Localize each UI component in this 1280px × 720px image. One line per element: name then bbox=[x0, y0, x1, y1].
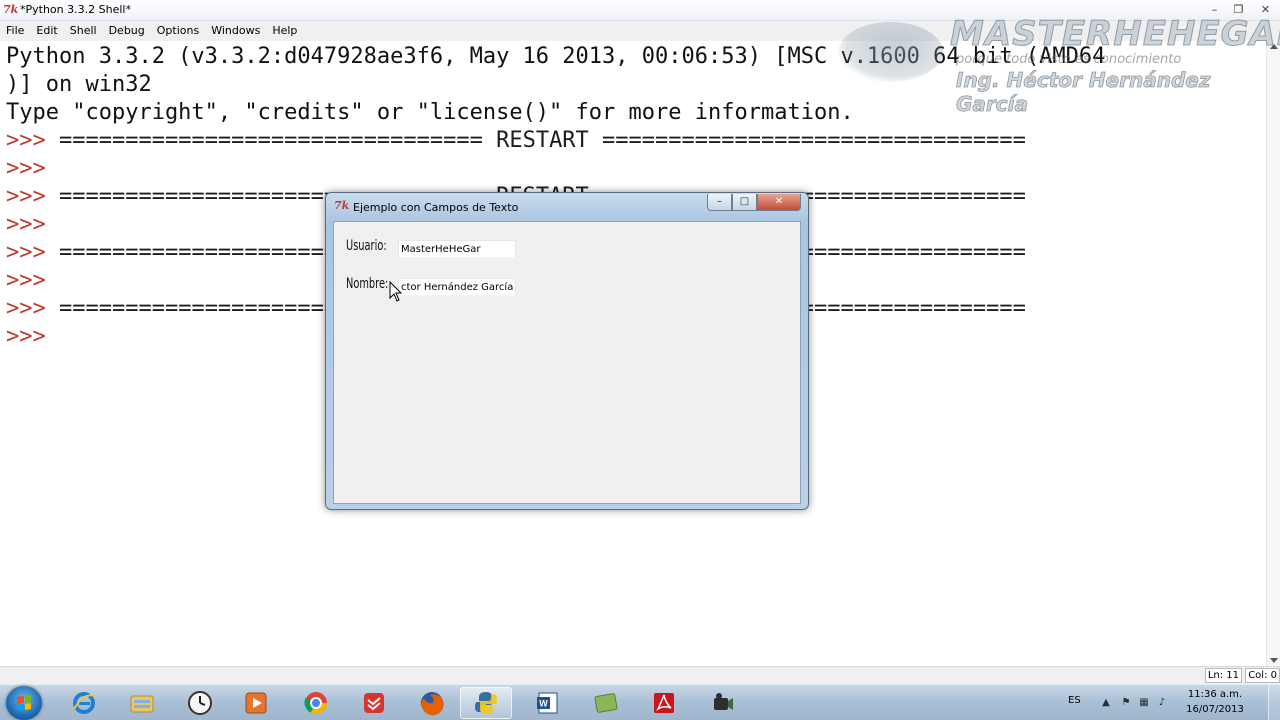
shell-line: >>> bbox=[6, 267, 46, 295]
menu-file[interactable]: File bbox=[0, 21, 30, 41]
show-desktop-button[interactable] bbox=[1268, 685, 1280, 720]
taskbar: W ES ▲ ⚑ ▦ ♪ 11:36 a.m. 16/07/2013 bbox=[0, 684, 1280, 720]
start-button[interactable] bbox=[6, 686, 42, 720]
camera-recorder-icon bbox=[714, 693, 733, 710]
tk-logo-icon: 7k bbox=[334, 199, 350, 212]
usuario-label: Usuario: bbox=[346, 238, 387, 254]
python-icon bbox=[475, 692, 497, 714]
clock-time[interactable]: 11:36 a.m. bbox=[1180, 689, 1250, 700]
todoist-icon bbox=[364, 693, 384, 713]
prompt: >>> bbox=[6, 240, 46, 265]
prompt: >>> bbox=[6, 268, 46, 293]
banner-line-3: Type "copyright", "credits" or "license(… bbox=[6, 99, 854, 127]
taskbar-word[interactable]: W bbox=[522, 687, 574, 719]
prompt: >>> bbox=[6, 184, 46, 209]
network-icon[interactable]: ▦ bbox=[1138, 697, 1150, 709]
taskbar-todoist[interactable] bbox=[348, 687, 400, 719]
tk-dialog-window[interactable]: 7k Ejemplo con Campos de Texto – □ ✕ Usu… bbox=[325, 192, 809, 510]
menu-options[interactable]: Options bbox=[151, 21, 205, 41]
statusbar: Ln: 11 Col: 0 bbox=[0, 666, 1280, 684]
system-tray: ES ▲ ⚑ ▦ ♪ 11:36 a.m. 16/07/2013 bbox=[1060, 685, 1280, 720]
taskbar-adobe-reader[interactable] bbox=[638, 687, 690, 719]
taskbar-chrome[interactable] bbox=[290, 687, 342, 719]
word-icon: W bbox=[537, 692, 558, 714]
menu-shell[interactable]: Shell bbox=[64, 21, 103, 41]
clock-icon bbox=[188, 691, 212, 715]
action-center-icon[interactable]: ⚑ bbox=[1120, 697, 1132, 709]
dialog-maximize-button[interactable]: □ bbox=[732, 194, 757, 211]
banner-text: Type "copyright", "credits" or "license(… bbox=[6, 100, 854, 125]
menu-windows[interactable]: Windows bbox=[205, 21, 266, 41]
firefox-icon bbox=[421, 692, 444, 716]
shell-line: >>> ================================ RES… bbox=[6, 127, 1026, 155]
dialog-close-button[interactable]: ✕ bbox=[757, 194, 801, 211]
banner-text: )] on win32 bbox=[6, 72, 152, 97]
watermark-author: Ing. Héctor Hernández García bbox=[956, 68, 1211, 117]
scroll-down-icon[interactable] bbox=[1270, 658, 1278, 663]
volume-icon[interactable]: ♪ bbox=[1156, 697, 1168, 709]
maximize-icon: □ bbox=[739, 196, 750, 207]
shell-line-current: >>> bbox=[6, 323, 46, 351]
notes-app-icon bbox=[594, 693, 618, 713]
watermark-logo-icon bbox=[838, 22, 943, 82]
taskbar-clock-app[interactable] bbox=[174, 687, 226, 719]
internet-explorer-icon bbox=[73, 692, 96, 714]
prompt: >>> bbox=[6, 324, 46, 349]
menu-edit[interactable]: Edit bbox=[30, 21, 63, 41]
close-icon: ✕ bbox=[774, 196, 784, 207]
menu-debug[interactable]: Debug bbox=[103, 21, 151, 41]
window-title: *Python 3.3.2 Shell* bbox=[20, 3, 131, 16]
usuario-input[interactable]: MasterHeHeGar bbox=[398, 240, 516, 258]
watermark: MASTERHEHEGAR porque todo visto es conoc… bbox=[838, 12, 1280, 116]
dialog-minimize-button[interactable]: – bbox=[707, 194, 732, 211]
taskbar-internet-explorer[interactable] bbox=[58, 687, 110, 719]
prompt: >>> bbox=[6, 156, 46, 181]
dialog-title: Ejemplo con Campos de Texto bbox=[353, 201, 519, 214]
nombre-input[interactable]: ctor Hernández García bbox=[398, 278, 516, 296]
vertical-scrollbar[interactable] bbox=[1266, 41, 1280, 666]
svg-text:W: W bbox=[539, 699, 548, 709]
watermark-slogan: porque todo visto es conocimiento bbox=[956, 52, 1182, 67]
dialog-window-controls: – □ ✕ bbox=[707, 194, 801, 211]
watermark-brand: MASTERHEHEGAR bbox=[950, 14, 1280, 55]
minimize-icon: – bbox=[717, 196, 722, 207]
taskbar-windows-explorer[interactable] bbox=[116, 687, 168, 719]
tk-logo-icon: 7k bbox=[3, 3, 19, 16]
nombre-label: Nombre: bbox=[346, 276, 389, 292]
language-indicator[interactable]: ES bbox=[1068, 695, 1081, 706]
dialog-client-area: Usuario: MasterHeHeGar Nombre: ctor Hern… bbox=[333, 221, 801, 504]
adobe-reader-icon bbox=[654, 693, 674, 713]
folder-icon bbox=[130, 695, 154, 713]
column-indicator: Col: 0 bbox=[1245, 668, 1280, 683]
taskbar-python[interactable] bbox=[460, 687, 512, 719]
shell-line: >>> bbox=[6, 211, 46, 239]
prompt: >>> bbox=[6, 128, 46, 153]
clock-date[interactable]: 16/07/2013 bbox=[1180, 704, 1250, 715]
menu-help[interactable]: Help bbox=[266, 21, 303, 41]
chrome-icon bbox=[304, 692, 327, 714]
taskbar-green-app[interactable] bbox=[580, 687, 632, 719]
line-indicator: Ln: 11 bbox=[1204, 668, 1242, 683]
taskbar-firefox[interactable] bbox=[406, 687, 458, 719]
prompt: >>> bbox=[6, 212, 46, 237]
mouse-pointer-icon bbox=[389, 281, 403, 302]
banner-line-2: )] on win32 bbox=[6, 71, 152, 99]
media-player-icon bbox=[245, 692, 267, 714]
windows-logo-icon bbox=[17, 695, 31, 711]
restart-separator: ================================ RESTART… bbox=[45, 128, 1026, 153]
prompt: >>> bbox=[6, 296, 46, 321]
taskbar-media-player[interactable] bbox=[230, 687, 282, 719]
shell-line: >>> bbox=[6, 155, 46, 183]
show-hidden-icons-icon[interactable]: ▲ bbox=[1100, 697, 1112, 709]
taskbar-camtasia[interactable] bbox=[696, 687, 748, 719]
